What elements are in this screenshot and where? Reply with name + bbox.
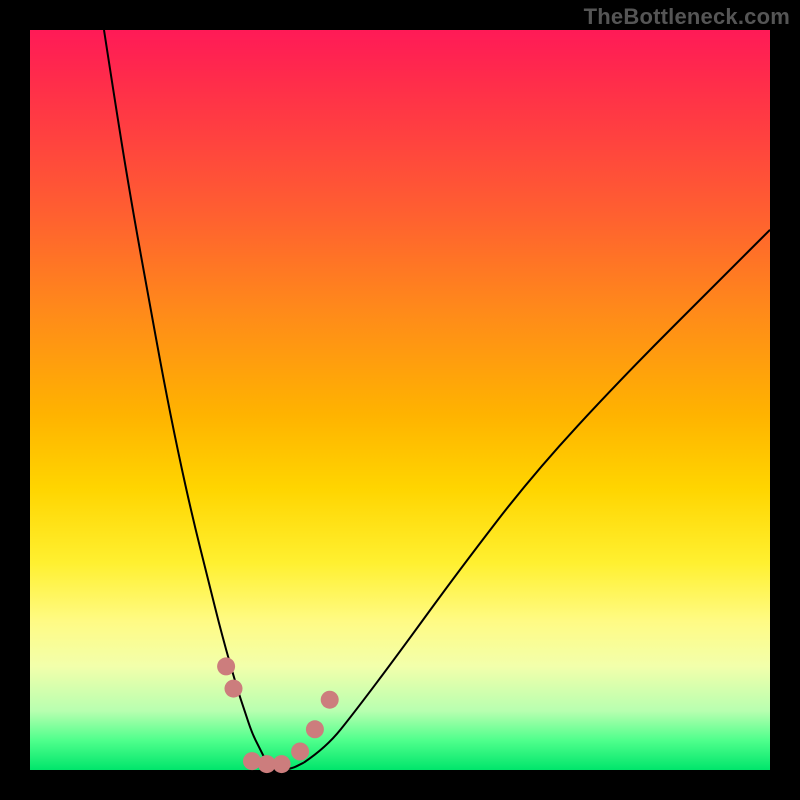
data-marker [243,752,261,770]
marker-group [217,657,339,773]
data-marker [291,743,309,761]
data-marker [217,657,235,675]
data-marker [273,755,291,773]
watermark-text: TheBottleneck.com [584,4,790,30]
curve-right-branch [304,230,770,763]
chart-frame: TheBottleneck.com [0,0,800,800]
data-marker [306,720,324,738]
data-marker [321,691,339,709]
curve-left-branch [104,30,274,770]
data-marker [225,680,243,698]
bottleneck-curve [30,30,770,770]
